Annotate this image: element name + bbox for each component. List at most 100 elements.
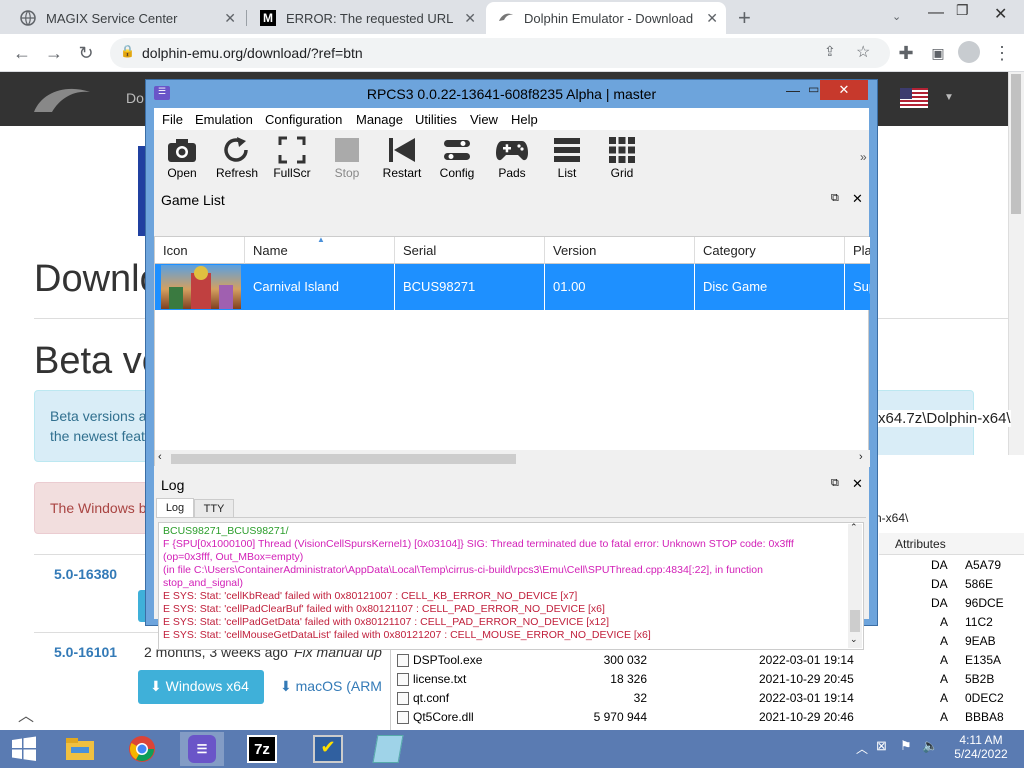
scroll-down-icon[interactable]: ⌄ <box>850 634 858 645</box>
file-explorer-icon[interactable] <box>58 732 102 766</box>
scrollbar-thumb[interactable] <box>850 610 860 632</box>
reload-icon[interactable]: ↻ <box>74 41 98 65</box>
tab-magix[interactable]: MAGIX Service Center ✕ <box>8 2 244 34</box>
column-header-name[interactable]: Name ▲ <box>245 235 395 264</box>
nav-download[interactable]: Do <box>126 90 144 106</box>
toolbar-overflow-icon[interactable]: » <box>860 150 867 164</box>
tab-log[interactable]: Log <box>156 498 194 518</box>
tab-dolphin[interactable]: Dolphin Emulator - Download ✕ <box>486 2 726 34</box>
profile-avatar[interactable] <box>958 41 980 63</box>
scroll-left-icon[interactable]: ‹ <box>158 451 162 463</box>
windows-x64-button[interactable]: ⬇ Windows x64 <box>138 670 264 704</box>
forward-icon[interactable]: → <box>42 41 66 65</box>
menu-utilities[interactable]: Utilities <box>415 112 457 127</box>
scroll-up-icon[interactable]: ⌃ <box>850 522 858 533</box>
attributes-column-header[interactable]: Attributes <box>879 533 1024 555</box>
menu-kebab-icon[interactable]: ⋮ <box>990 41 1014 65</box>
bookmark-star-icon[interactable]: ☆ <box>856 42 870 62</box>
version-link[interactable]: 5.0-16380 <box>54 566 117 582</box>
chrome-icon[interactable] <box>120 732 164 766</box>
new-tab-icon[interactable]: + <box>738 5 751 31</box>
column-header-serial[interactable]: Serial <box>395 237 545 264</box>
share-icon[interactable]: ⇪ <box>824 43 836 60</box>
table-row[interactable]: Carnival Island BCUS98271 01.00 Disc Gam… <box>155 264 870 310</box>
menu-view[interactable]: View <box>470 112 498 127</box>
tab-tty[interactable]: TTY <box>194 499 234 518</box>
float-panel-icon[interactable]: ⧉ <box>831 192 839 205</box>
file-row[interactable]: qt.conf 32 2022-03-01 19:14 A 0DEC2 <box>391 689 1024 708</box>
maximize-icon[interactable]: ▭ <box>808 82 819 96</box>
refresh-button[interactable]: Refresh <box>209 134 265 186</box>
float-panel-icon[interactable]: ⧉ <box>831 477 839 490</box>
close-window-icon[interactable]: ✕ <box>820 80 868 100</box>
us-flag-icon[interactable] <box>900 88 928 108</box>
grid-button[interactable]: Grid <box>594 134 650 186</box>
menu-emulation[interactable]: Emulation <box>195 112 253 127</box>
file-row[interactable]: DSPTool.exe 300 032 2022-03-01 19:14 A E135A <box>391 651 1024 670</box>
column-header-category[interactable]: Category <box>695 237 845 264</box>
minimize-icon[interactable]: — <box>928 4 944 22</box>
tab-error[interactable]: M ERROR: The requested URL could ✕ <box>248 2 484 34</box>
file-name: license.txt <box>413 672 467 686</box>
menu-bar: File Emulation Configuration Manage Utilitie… <box>154 108 869 130</box>
toolbar-label: Refresh <box>215 166 259 180</box>
pads-button[interactable]: Pads <box>484 134 540 186</box>
chevron-down-icon[interactable]: ▼ <box>944 92 954 103</box>
rpcs3-icon[interactable]: ☰ <box>180 732 224 766</box>
close-tab-icon[interactable]: ✕ <box>224 10 236 27</box>
close-tab-icon[interactable]: ✕ <box>706 10 718 27</box>
list-button[interactable]: List <box>539 134 595 186</box>
menu-help[interactable]: Help <box>511 112 538 127</box>
task-icon[interactable]: ✔ <box>306 732 350 766</box>
address-bar[interactable]: 🔒 dolphin-emu.org/download/?ref=btn ⇪ ☆ <box>110 38 890 68</box>
show-hidden-icons[interactable]: ︿ <box>856 740 868 757</box>
clock[interactable]: 4:11 AM 5/24/2022 <box>950 733 1012 761</box>
column-header-version[interactable]: Version <box>545 237 695 264</box>
dolphin-logo-icon[interactable] <box>30 82 94 116</box>
open-button[interactable]: Open <box>154 134 210 186</box>
network-icon[interactable]: ⊠ <box>876 738 887 754</box>
volume-icon[interactable]: 🔈 <box>922 738 938 754</box>
back-icon[interactable]: ← <box>10 41 34 65</box>
scroll-right-icon[interactable]: › <box>859 451 863 463</box>
log-line: stop_and_signal) <box>163 577 243 589</box>
column-header-icon[interactable]: Icon <box>155 237 245 264</box>
close-window-icon[interactable]: ✕ <box>994 4 1007 24</box>
windows-start-icon[interactable] <box>2 732 46 766</box>
file-row[interactable]: Qt5Core.dll 5 970 944 2021-10-29 20:46 A BBB… <box>391 708 1024 727</box>
rpcs3-titlebar[interactable]: ☰ RPCS3 0.0.22-13641-608f8235 Alpha | ma… <box>146 80 877 108</box>
extensions-icon[interactable]: ✚ <box>894 41 918 65</box>
scrollbar-thumb[interactable] <box>171 454 516 464</box>
config-button[interactable]: Config <box>429 134 485 186</box>
close-panel-icon[interactable]: ✕ <box>852 191 863 207</box>
horizontal-scrollbar[interactable]: ‹ › <box>155 450 870 467</box>
close-tab-icon[interactable]: ✕ <box>464 10 476 27</box>
version-link[interactable]: 5.0-16101 <box>54 644 117 660</box>
restart-icon <box>374 134 430 166</box>
menu-manage[interactable]: Manage <box>356 112 403 127</box>
toolbar-label: FullScr <box>273 166 311 180</box>
flag-icon[interactable]: ⚑ <box>900 738 912 754</box>
tab-search-icon[interactable]: ⌄ <box>892 10 901 23</box>
side-panel-icon[interactable]: ▣ <box>926 41 950 65</box>
file-name: Qt5Core.dll <box>413 710 474 724</box>
file-attributes: DA <box>931 577 948 591</box>
menu-file[interactable]: File <box>162 112 183 127</box>
m-logo-icon: M <box>260 10 276 26</box>
column-header-play[interactable]: Play <box>845 237 870 264</box>
scroll-up-icon[interactable]: ︿ <box>18 702 34 726</box>
macos-link[interactable]: ⬇ macOS (ARM <box>280 678 382 695</box>
log-output[interactable]: BCUS98271_BCUS98271/F {SPU[0x1000100] Th… <box>158 522 864 650</box>
fullscr-button[interactable]: FullScr <box>264 134 320 186</box>
notepad-icon[interactable] <box>366 732 410 766</box>
restore-icon[interactable]: ❐ <box>956 2 969 19</box>
minimize-icon[interactable]: — <box>786 82 800 98</box>
close-panel-icon[interactable]: ✕ <box>852 476 863 492</box>
log-scrollbar[interactable]: ⌃ ⌄ <box>848 522 862 648</box>
7zip-icon[interactable]: 7z <box>240 732 284 766</box>
menu-configuration[interactable]: Configuration <box>265 112 342 127</box>
game-list-header: Game List ⧉ ✕ <box>159 190 864 212</box>
page-scrollbar-thumb[interactable] <box>1011 74 1021 214</box>
file-row[interactable]: license.txt 18 326 2021-10-29 20:45 A 5B2B <box>391 670 1024 689</box>
restart-button[interactable]: Restart <box>374 134 430 186</box>
